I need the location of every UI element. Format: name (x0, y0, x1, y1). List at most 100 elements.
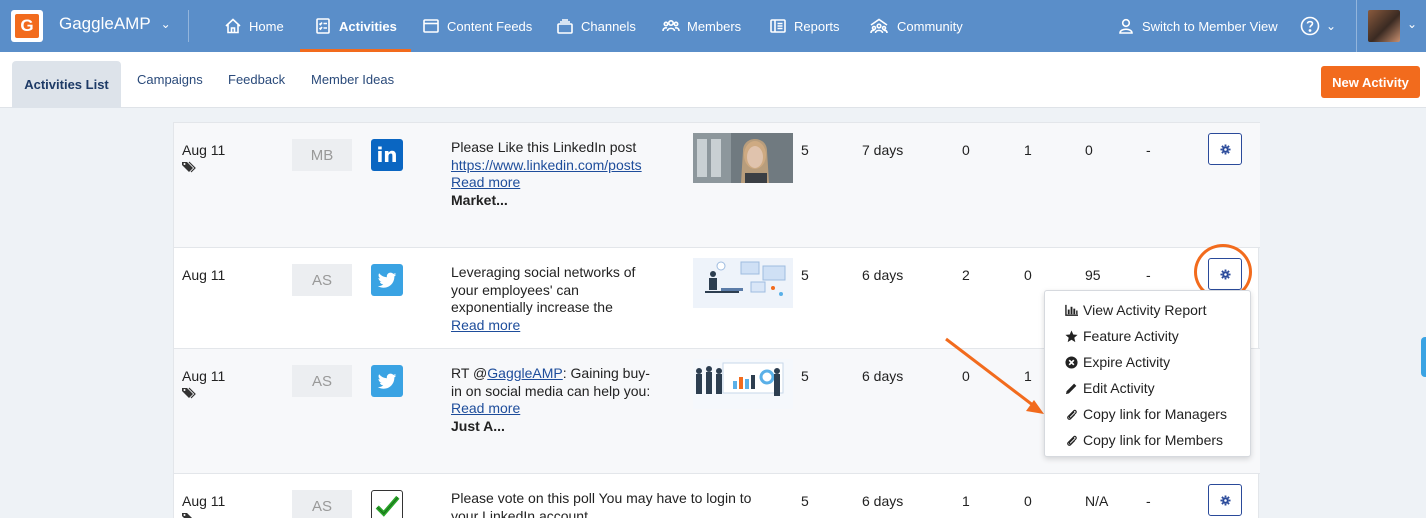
col-value: 5 (801, 493, 809, 509)
mention-link[interactable]: GaggleAMP (487, 365, 562, 381)
col-value: N/A (1085, 493, 1109, 509)
tags-icon (182, 161, 196, 173)
report-icon (770, 19, 786, 33)
read-more-link[interactable]: Read more (451, 317, 651, 335)
menu-expire-activity[interactable]: Expire Activity (1045, 349, 1250, 375)
menu-copy-link-managers[interactable]: Copy link for Managers (1045, 401, 1250, 427)
table-row: Aug 11 MB in Please Like this LinkedIn p… (174, 122, 1260, 247)
activity-campaign: Just A... (451, 417, 505, 434)
nav-reports[interactable]: Reports (769, 0, 840, 52)
activity-date: Aug 11 (182, 368, 226, 384)
nav-home[interactable]: Home (224, 0, 284, 52)
activity-campaign: Market... (451, 191, 508, 208)
paperclip-icon (1067, 409, 1077, 420)
activity-text: Leveraging social networks of your emplo… (451, 264, 636, 315)
col-value: 0 (962, 368, 970, 384)
nav-content-feeds[interactable]: Content Feeds (422, 0, 532, 52)
col-value: 5 (801, 267, 809, 283)
activity-thumbnail[interactable] (693, 359, 793, 409)
community-icon (870, 18, 888, 34)
help-menu[interactable]: ⌄ (1300, 0, 1336, 52)
activity-date: Aug 11 (182, 267, 226, 283)
col-value: 5 (801, 142, 809, 158)
nav-members[interactable]: Members (662, 0, 741, 52)
tags-icon (182, 387, 196, 399)
nav-divider (1356, 0, 1357, 52)
menu-feature-activity[interactable]: Feature Activity (1045, 323, 1250, 349)
gaggleamp-logo[interactable]: G (11, 10, 43, 42)
creator-initials: MB (292, 139, 352, 171)
stack-icon (557, 19, 573, 34)
activity-thumbnail[interactable] (693, 133, 793, 183)
chevron-down-icon[interactable]: ⌄ (1407, 17, 1417, 31)
linkedin-icon: in (371, 139, 403, 171)
tab-member-ideas[interactable]: Member Ideas (311, 72, 394, 87)
feed-icon (423, 19, 439, 33)
col-value: 0 (1024, 267, 1032, 283)
activity-content: RT @GaggleAMP: Gaining buy-in on social … (451, 365, 651, 435)
activity-text: Please Like this LinkedIn post (451, 139, 637, 155)
pencil-icon (1065, 383, 1077, 394)
checklist-icon (316, 18, 330, 34)
nav-activities-label: Activities (339, 18, 397, 34)
tab-feedback[interactable]: Feedback (228, 72, 285, 87)
twitter-icon (371, 365, 403, 397)
activity-text-prefix: RT @ (451, 365, 488, 381)
col-value: 7 days (862, 142, 904, 158)
creator-initials: AS (292, 264, 352, 296)
people-icon (662, 19, 680, 32)
nav-divider (188, 10, 189, 42)
activity-content: Please vote on this poll You may have to… (451, 490, 771, 518)
avatar[interactable] (1368, 10, 1400, 42)
menu-view-activity-report[interactable]: View Activity Report (1045, 297, 1250, 323)
nav-channels-label: Channels (581, 18, 636, 34)
activity-thumbnail[interactable] (693, 258, 793, 308)
table-row: Aug 11 AS Please vote on this poll You m… (174, 473, 1260, 518)
menu-item-label: Expire Activity (1083, 354, 1171, 370)
creator-initials: AS (292, 365, 352, 397)
row-actions-menu: View Activity Report Feature Activity Ex… (1044, 290, 1251, 457)
col-value: 2 (962, 267, 970, 283)
new-activity-button[interactable]: New Activity (1321, 66, 1420, 98)
user-icon (1119, 18, 1133, 34)
chevron-down-icon: ⌄ (1326, 19, 1337, 33)
read-more-link[interactable]: Read more (451, 174, 651, 192)
checkbox-poll-icon (371, 490, 403, 518)
activity-link[interactable]: https://www.linkedin.com/posts (451, 157, 651, 175)
menu-item-label: Edit Activity (1083, 380, 1155, 396)
col-value: 0 (1024, 493, 1032, 509)
twitter-icon (371, 264, 403, 296)
row-actions-button[interactable] (1208, 484, 1242, 516)
tab-activities-list[interactable]: Activities List (12, 61, 121, 108)
sub-nav: Activities List Campaigns Feedback Membe… (0, 52, 1426, 108)
read-more-link[interactable]: Read more (451, 400, 651, 418)
col-value: 6 days (862, 267, 904, 283)
star-icon (1065, 329, 1078, 342)
col-value: - (1146, 493, 1151, 509)
switch-member-view[interactable]: Switch to Member View (1117, 0, 1278, 52)
row-actions-button[interactable] (1208, 133, 1242, 165)
col-value: 1 (1024, 142, 1032, 158)
times-circle-icon (1065, 355, 1078, 369)
tags-icon (182, 513, 192, 518)
menu-item-label: Copy link for Members (1083, 432, 1224, 448)
gear-icon (1219, 494, 1231, 506)
col-value: - (1146, 267, 1151, 283)
menu-copy-link-members[interactable]: Copy link for Members (1045, 427, 1250, 453)
col-value: 5 (801, 368, 809, 384)
nav-channels[interactable]: Channels (556, 0, 636, 52)
col-value: 1 (962, 493, 970, 509)
menu-edit-activity[interactable]: Edit Activity (1045, 375, 1250, 401)
activity-date: Aug 11 (182, 493, 226, 509)
paperclip-icon (1067, 435, 1077, 446)
brand-switcher[interactable]: GaggleAMP ⌄ (59, 14, 171, 34)
activity-content: Please Like this LinkedIn post https://w… (451, 139, 651, 209)
switch-member-view-label: Switch to Member View (1142, 18, 1278, 34)
side-feedback-tab[interactable] (1421, 337, 1426, 377)
tab-campaigns[interactable]: Campaigns (137, 72, 203, 87)
nav-content-feeds-label: Content Feeds (447, 18, 533, 34)
nav-reports-label: Reports (794, 18, 840, 34)
col-value: 0 (1085, 142, 1093, 158)
nav-activities[interactable]: Activities (300, 0, 411, 52)
nav-community[interactable]: Community (868, 0, 963, 52)
